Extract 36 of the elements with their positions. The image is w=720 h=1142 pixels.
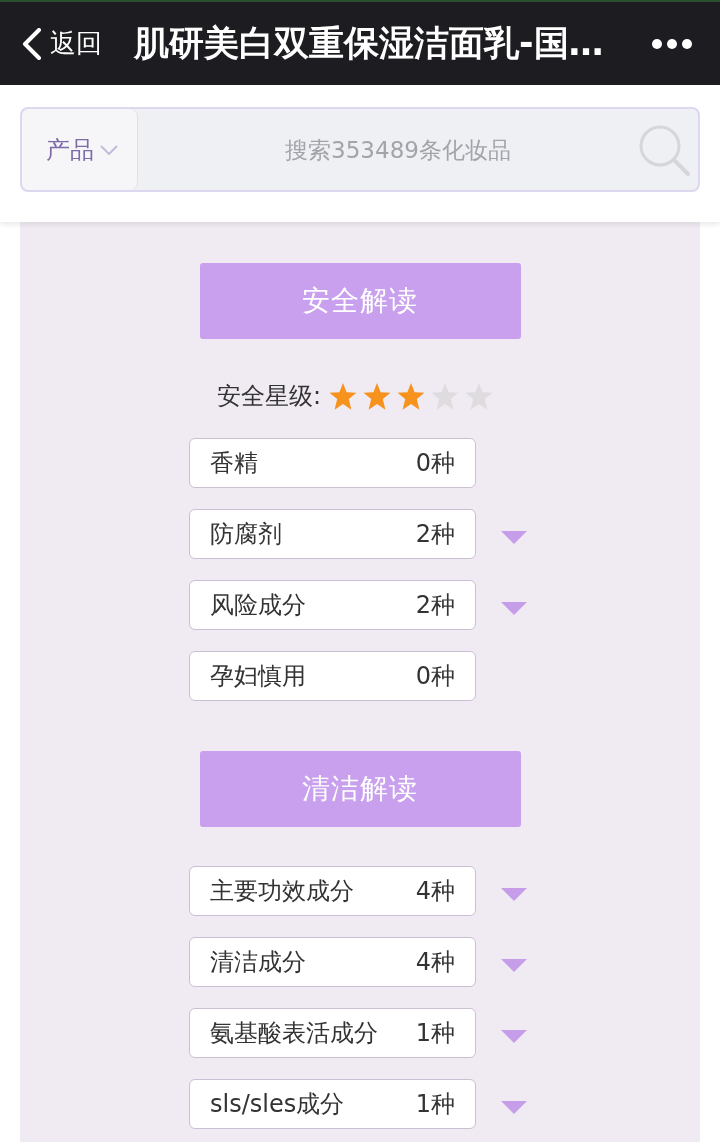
ingredient-count: 1种: [415, 1089, 455, 1120]
page-title: 肌研美白双重保湿洁面乳-国…: [134, 22, 605, 65]
ingredient-count: 1种: [415, 1018, 455, 1049]
ingredient-count: 2种: [415, 590, 455, 621]
rating-label: 安全星级:: [217, 381, 322, 412]
back-button[interactable]: 返回: [22, 26, 102, 61]
ingredient-label: 防腐剂: [210, 519, 282, 550]
caret-icon: [99, 144, 118, 155]
search-icon[interactable]: [638, 123, 690, 176]
ingredient-label: 氨基酸表活成分: [210, 1018, 378, 1049]
expand-caret-icon[interactable]: [501, 530, 527, 544]
ingredient-label: 风险成分: [210, 590, 306, 621]
ingredient-count: 0种: [415, 661, 455, 692]
search-field[interactable]: 产品 搜索353489条化妆品: [20, 107, 700, 192]
ingredient-count: 4种: [415, 947, 455, 978]
category-dropdown[interactable]: 产品: [22, 109, 138, 190]
expand-caret-icon[interactable]: [501, 1100, 527, 1114]
star-icon: [329, 382, 358, 410]
ingredient-count: 0种: [415, 448, 455, 479]
ingredient-label: 孕妇慎用: [210, 661, 306, 692]
more-icon[interactable]: [652, 38, 692, 49]
ingredient-count: 2种: [415, 519, 455, 550]
expand-caret-icon[interactable]: [501, 1029, 527, 1043]
ingredient-label: 香精: [210, 448, 258, 479]
expand-caret-icon[interactable]: [501, 887, 527, 901]
ingredient-label: 清洁成分: [210, 947, 306, 978]
expand-caret-icon[interactable]: [501, 958, 527, 972]
back-chevron-icon: [22, 27, 42, 60]
section-banner: 清洁解读: [199, 751, 521, 827]
ingredient-label: 主要功效成分: [210, 876, 354, 907]
section-banner: 安全解读: [199, 263, 521, 339]
expand-caret-icon[interactable]: [501, 601, 527, 615]
ingredient-count: 4种: [415, 876, 455, 907]
star-icon: [363, 382, 392, 410]
ingredient-label: sls/sles成分: [210, 1089, 345, 1120]
star-icon: [397, 382, 426, 410]
